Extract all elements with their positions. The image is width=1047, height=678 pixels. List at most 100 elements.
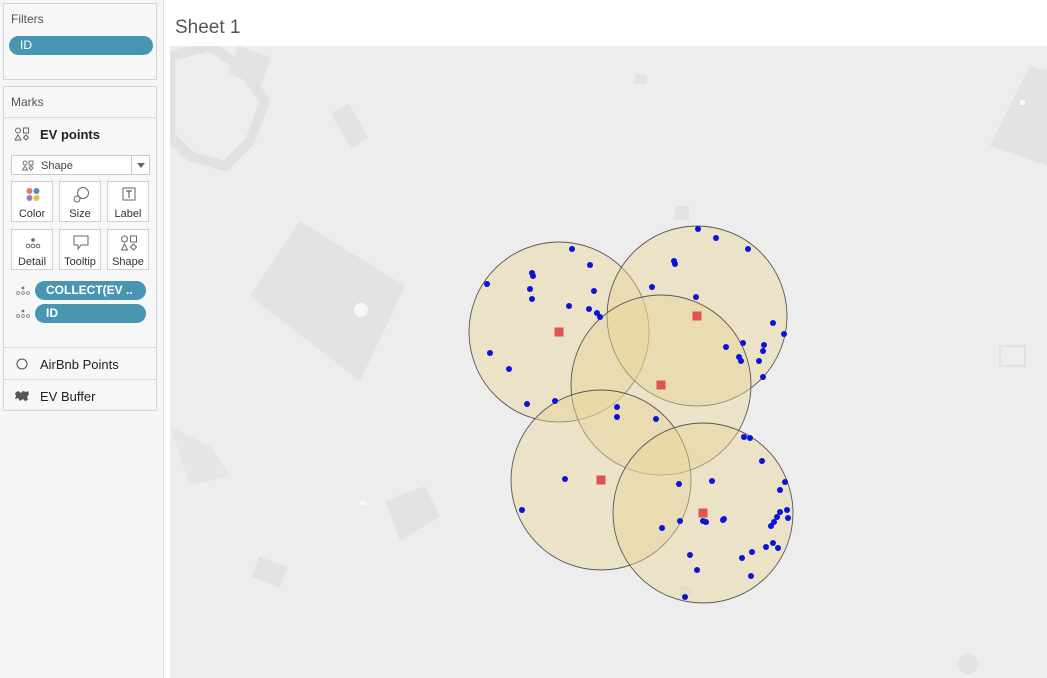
label-button[interactable]: Label xyxy=(107,181,149,222)
airbnb-point[interactable] xyxy=(552,398,558,404)
map-icon xyxy=(15,391,29,401)
airbnb-point[interactable] xyxy=(760,348,766,354)
tooltip-icon xyxy=(73,235,89,251)
detail-button[interactable]: Detail xyxy=(11,229,53,270)
airbnb-point[interactable] xyxy=(687,552,693,558)
airbnb-point[interactable] xyxy=(723,344,729,350)
mark-type-label: Shape xyxy=(41,160,73,172)
chevron-down-icon[interactable] xyxy=(131,156,149,174)
detail-icon xyxy=(16,286,30,295)
airbnb-point[interactable] xyxy=(749,549,755,555)
airbnb-point[interactable] xyxy=(672,261,678,267)
airbnb-point[interactable] xyxy=(597,314,603,320)
airbnb-point[interactable] xyxy=(768,523,774,529)
layer-airbnb-points-label: AirBnb Points xyxy=(40,357,119,372)
airbnb-point[interactable] xyxy=(738,358,744,364)
airbnb-point[interactable] xyxy=(695,226,701,232)
color-button-label: Color xyxy=(18,208,46,220)
airbnb-point[interactable] xyxy=(569,246,575,252)
airbnb-point[interactable] xyxy=(777,509,783,515)
airbnb-point[interactable] xyxy=(484,281,490,287)
airbnb-point[interactable] xyxy=(739,555,745,561)
layer-ev-points[interactable]: EV points xyxy=(4,117,156,149)
ev-point[interactable] xyxy=(692,311,702,321)
airbnb-point[interactable] xyxy=(763,544,769,550)
airbnb-point[interactable] xyxy=(781,331,787,337)
airbnb-point[interactable] xyxy=(745,246,751,252)
airbnb-point[interactable] xyxy=(741,434,747,440)
airbnb-point[interactable] xyxy=(740,340,746,346)
ev-point[interactable] xyxy=(554,327,564,337)
label-button-label: Label xyxy=(114,208,142,220)
airbnb-point[interactable] xyxy=(693,294,699,300)
mark-type-dropdown[interactable]: Shape xyxy=(11,155,150,175)
size-button[interactable]: Size xyxy=(59,181,101,222)
airbnb-point[interactable] xyxy=(700,518,706,524)
airbnb-point[interactable] xyxy=(587,262,593,268)
airbnb-point[interactable] xyxy=(756,358,762,364)
sheet-title: Sheet 1 xyxy=(175,17,241,38)
airbnb-point[interactable] xyxy=(676,481,682,487)
airbnb-point[interactable] xyxy=(566,303,572,309)
field-id[interactable]: ID xyxy=(16,304,156,323)
map-view[interactable] xyxy=(170,46,1047,678)
color-button[interactable]: Color xyxy=(11,181,53,222)
ev-point[interactable] xyxy=(656,380,666,390)
airbnb-point[interactable] xyxy=(784,507,790,513)
airbnb-point[interactable] xyxy=(527,286,533,292)
airbnb-point[interactable] xyxy=(777,487,783,493)
ev-point[interactable] xyxy=(596,475,606,485)
airbnb-point[interactable] xyxy=(649,284,655,290)
layer-ev-buffer-label: EV Buffer xyxy=(40,389,96,404)
airbnb-point[interactable] xyxy=(770,320,776,326)
airbnb-point[interactable] xyxy=(677,518,683,524)
left-panel: Filters ID Marks EV points Shape Color S… xyxy=(0,0,162,678)
airbnb-point[interactable] xyxy=(659,525,665,531)
airbnb-point[interactable] xyxy=(519,507,525,513)
field-pill-collect-ev[interactable]: COLLECT(EV .. xyxy=(35,281,146,300)
map-canvas[interactable] xyxy=(170,46,1047,678)
airbnb-point[interactable] xyxy=(562,476,568,482)
airbnb-point[interactable] xyxy=(759,458,765,464)
airbnb-point[interactable] xyxy=(694,567,700,573)
airbnb-point[interactable] xyxy=(614,404,620,410)
shapes-icon xyxy=(120,235,138,251)
airbnb-point[interactable] xyxy=(747,435,753,441)
airbnb-point[interactable] xyxy=(785,515,791,521)
airbnb-point[interactable] xyxy=(748,573,754,579)
field-pill-id[interactable]: ID xyxy=(35,304,146,323)
layer-ev-points-label: EV points xyxy=(40,127,100,142)
airbnb-point[interactable] xyxy=(774,514,780,520)
marks-card: Marks EV points Shape Color Size Label D… xyxy=(3,86,157,411)
airbnb-point[interactable] xyxy=(530,273,536,279)
tooltip-button[interactable]: Tooltip xyxy=(59,229,101,270)
layer-airbnb-points[interactable]: AirBnb Points xyxy=(4,347,156,379)
ev-point[interactable] xyxy=(698,508,708,518)
airbnb-point[interactable] xyxy=(614,414,620,420)
airbnb-point[interactable] xyxy=(653,416,659,422)
shape-button[interactable]: Shape xyxy=(107,229,149,270)
airbnb-point[interactable] xyxy=(586,306,592,312)
airbnb-point[interactable] xyxy=(524,401,530,407)
airbnb-point[interactable] xyxy=(682,594,688,600)
airbnb-point[interactable] xyxy=(775,545,781,551)
detail-button-label: Detail xyxy=(17,256,47,268)
field-collect-ev[interactable]: COLLECT(EV .. xyxy=(16,281,156,300)
airbnb-point[interactable] xyxy=(760,374,766,380)
detail-icon xyxy=(16,309,30,318)
airbnb-point[interactable] xyxy=(709,478,715,484)
filter-pill-id[interactable]: ID xyxy=(9,36,153,55)
airbnb-point[interactable] xyxy=(761,342,767,348)
layer-ev-buffer[interactable]: EV Buffer xyxy=(4,379,156,411)
airbnb-point[interactable] xyxy=(591,288,597,294)
airbnb-point[interactable] xyxy=(713,235,719,241)
airbnb-point[interactable] xyxy=(721,516,727,522)
airbnb-point[interactable] xyxy=(487,350,493,356)
airbnb-point[interactable] xyxy=(782,479,788,485)
size-button-label: Size xyxy=(69,208,91,220)
airbnb-point[interactable] xyxy=(770,540,776,546)
airbnb-point[interactable] xyxy=(529,296,535,302)
airbnb-point[interactable] xyxy=(506,366,512,372)
shape-button-label: Shape xyxy=(112,256,144,268)
color-icon xyxy=(26,188,40,201)
